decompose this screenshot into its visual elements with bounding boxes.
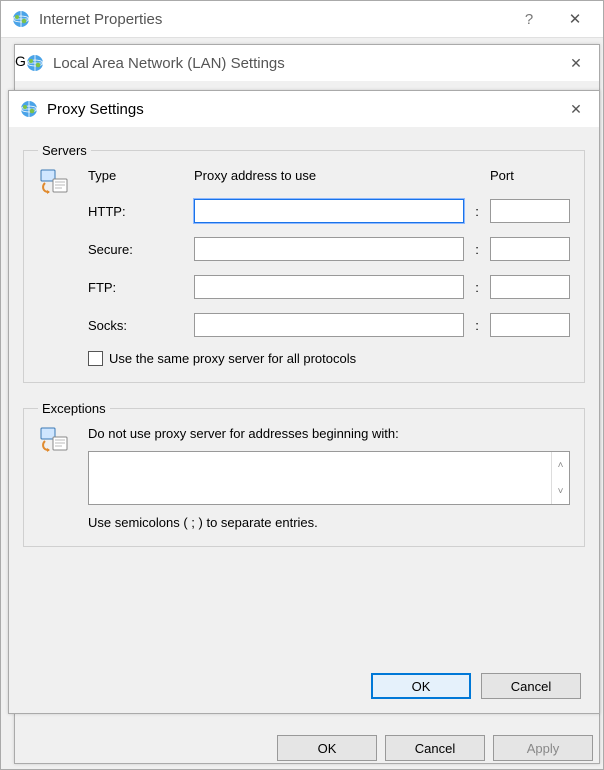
- globe-icon: [19, 99, 39, 119]
- col-type: Type: [88, 168, 188, 183]
- same-proxy-checkbox[interactable]: [88, 351, 103, 366]
- globe-icon: [25, 53, 45, 73]
- secure-label: Secure:: [88, 242, 188, 257]
- ftp-label: FTP:: [88, 280, 188, 295]
- proxy-title: Proxy Settings: [47, 101, 559, 118]
- exceptions-input[interactable]: ˄ ˅: [88, 451, 570, 505]
- lan-title: Local Area Network (LAN) Settings: [53, 55, 559, 72]
- proxy-titlebar: Proxy Settings ✕: [9, 91, 599, 127]
- lan-titlebar: Local Area Network (LAN) Settings ✕: [15, 45, 599, 81]
- same-proxy-row[interactable]: Use the same proxy server for all protoc…: [88, 351, 570, 366]
- exceptions-label: Do not use proxy server for addresses be…: [88, 426, 570, 441]
- ip-button-bar: OK Cancel Apply: [277, 735, 593, 761]
- colon: :: [470, 318, 484, 333]
- servers-legend: Servers: [38, 143, 91, 158]
- http-row: HTTP: :: [88, 199, 570, 223]
- proxy-button-bar: OK Cancel: [371, 673, 581, 699]
- servers-icon: [38, 168, 70, 200]
- close-icon[interactable]: ✕: [553, 5, 597, 33]
- ftp-row: FTP: :: [88, 275, 570, 299]
- col-address: Proxy address to use: [194, 168, 464, 183]
- colon: :: [470, 204, 484, 219]
- ip-titlebar: Internet Properties ? ✕: [1, 1, 603, 37]
- ip-apply-button[interactable]: Apply: [493, 735, 593, 761]
- secure-row: Secure: :: [88, 237, 570, 261]
- servers-group: Servers Type Proxy address to use: [23, 143, 585, 383]
- close-icon[interactable]: ✕: [559, 95, 593, 123]
- proxy-content: Servers Type Proxy address to use: [9, 127, 599, 713]
- exceptions-icon: [38, 426, 70, 458]
- same-proxy-label: Use the same proxy server for all protoc…: [109, 351, 356, 366]
- proxy-settings-window: Proxy Settings ✕ Servers: [8, 90, 600, 714]
- help-button[interactable]: ?: [507, 5, 551, 33]
- ip-cancel-button[interactable]: Cancel: [385, 735, 485, 761]
- colon: :: [470, 242, 484, 257]
- socks-row: Socks: :: [88, 313, 570, 337]
- socks-address-input[interactable]: [194, 313, 464, 337]
- colon: :: [470, 280, 484, 295]
- exceptions-legend: Exceptions: [38, 401, 110, 416]
- close-icon[interactable]: ✕: [559, 49, 593, 77]
- socks-label: Socks:: [88, 318, 188, 333]
- ftp-address-input[interactable]: [194, 275, 464, 299]
- exceptions-group: Exceptions Do not use proxy server for a…: [23, 401, 585, 547]
- ip-title: Internet Properties: [39, 11, 507, 28]
- http-port-input[interactable]: [490, 199, 570, 223]
- chevron-up-icon[interactable]: ˄: [552, 452, 569, 478]
- http-address-input[interactable]: [194, 199, 464, 223]
- ok-button[interactable]: OK: [371, 673, 471, 699]
- exceptions-scroll[interactable]: ˄ ˅: [551, 452, 569, 504]
- http-label: HTTP:: [88, 204, 188, 219]
- ip-ok-button[interactable]: OK: [277, 735, 377, 761]
- globe-icon: [11, 9, 31, 29]
- secure-address-input[interactable]: [194, 237, 464, 261]
- exceptions-hint: Use semicolons ( ; ) to separate entries…: [88, 515, 570, 530]
- col-port: Port: [490, 168, 570, 183]
- cancel-button[interactable]: Cancel: [481, 673, 581, 699]
- ftp-port-input[interactable]: [490, 275, 570, 299]
- secure-port-input[interactable]: [490, 237, 570, 261]
- socks-port-input[interactable]: [490, 313, 570, 337]
- ip-tab-hint: G: [15, 53, 26, 69]
- chevron-down-icon[interactable]: ˅: [552, 478, 569, 504]
